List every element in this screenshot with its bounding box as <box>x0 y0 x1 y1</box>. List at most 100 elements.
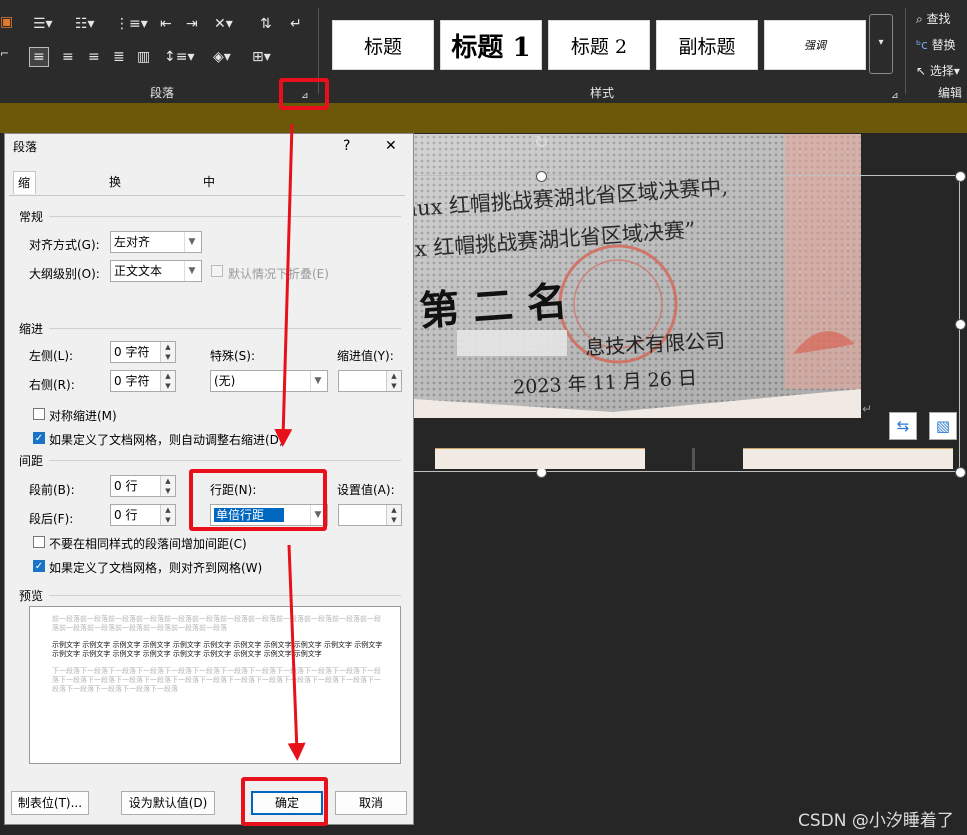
preview-box: 前一段落前一段落前一段落前一段落前一段落前一段落前一段落前一段落前一段落前一段落… <box>29 606 401 764</box>
justify-icon[interactable]: ≣ <box>113 49 125 65</box>
find-button[interactable]: ⌕ 查找 <box>916 10 951 27</box>
show-marks-icon[interactable]: ↵ <box>290 16 302 32</box>
line-spacing-label: 行距(N): <box>210 483 257 497</box>
image-thumbnail[interactable] <box>435 448 645 469</box>
spin-down-icon[interactable]: ▼ <box>160 486 175 496</box>
chevron-down-icon: ▼ <box>310 505 325 525</box>
space-after-stepper[interactable]: 0 行 ▲ ▼ <box>110 504 176 526</box>
thumbnail-divider <box>692 448 695 470</box>
cancel-button[interactable]: 取消 <box>335 791 407 815</box>
preview-section-label: 预览 <box>19 589 44 603</box>
right-indent-value: 0 字符 <box>114 374 150 388</box>
paragraph-launcher-icon[interactable]: ⊿ <box>301 88 309 104</box>
special-label: 特殊(S): <box>210 349 256 363</box>
set-default-button[interactable]: 设为默认值(D) <box>121 791 215 815</box>
special-select[interactable]: (无) ▼ <box>210 370 328 392</box>
bullets-icon[interactable]: ☰▾ <box>33 16 53 32</box>
format-painter-icon[interactable]: ⌐ <box>0 46 9 62</box>
tab-indents-spacing[interactable]: 缩进和间距(I) <box>13 171 36 300</box>
indent-by-stepper[interactable]: ▲ ▼ <box>338 370 402 392</box>
chevron-down-icon: ▼ <box>184 261 199 281</box>
align-center-icon[interactable]: ≡ <box>62 49 74 65</box>
resize-handle[interactable] <box>536 171 547 182</box>
sort-icon[interactable]: ⇅ <box>260 16 272 32</box>
decrease-indent-icon[interactable]: ⇤ <box>160 16 172 32</box>
help-icon[interactable]: ? <box>343 138 350 154</box>
left-indent-stepper[interactable]: 0 字符 ▲ ▼ <box>110 341 176 363</box>
snap-to-grid-checkbox[interactable]: ✓ <box>33 560 45 572</box>
collapse-checkbox[interactable] <box>211 265 223 277</box>
no-space-same-style-checkbox[interactable] <box>33 536 45 548</box>
tabs-button[interactable]: 制表位(T)... <box>11 791 89 815</box>
at-stepper[interactable]: ▲ ▼ <box>338 504 402 526</box>
outline-level-label: 大纲级别(O): <box>29 267 100 281</box>
search-icon: ⌕ <box>916 12 927 26</box>
align-right-icon[interactable]: ≡ <box>88 49 100 65</box>
spin-down-icon[interactable]: ▼ <box>160 515 175 525</box>
ok-button[interactable]: 确定 <box>251 791 323 815</box>
section-divider <box>49 328 401 329</box>
numbering-icon[interactable]: ☷▾ <box>75 16 95 32</box>
outline-level-select[interactable]: 正文文本 ▼ <box>110 260 202 282</box>
resize-handle[interactable] <box>955 171 966 182</box>
general-section-label: 常规 <box>19 210 44 224</box>
auto-adjust-checkbox[interactable]: ✓ <box>33 432 45 444</box>
paste-icon[interactable]: ▣ <box>0 14 13 30</box>
rotate-handle-icon[interactable]: ↻ <box>531 133 551 153</box>
wrap-text-icon[interactable]: ⇆ <box>889 412 917 440</box>
spin-down-icon[interactable]: ▼ <box>386 515 401 525</box>
replace-icon: ᵇc <box>916 38 932 52</box>
chevron-down-icon: ▼ <box>310 371 325 391</box>
borders-icon[interactable]: ⊞▾ <box>252 49 271 65</box>
paragraph-group-label: 段落 <box>149 86 174 100</box>
collapse-label: 默认情况下折叠(E) <box>228 267 329 281</box>
replace-button[interactable]: ᵇc 替换 <box>916 36 956 53</box>
no-space-same-style-label: 不要在相同样式的段落间增加间距(C) <box>49 537 247 551</box>
preview-next-paragraph: 下一段落下一段落下一段落下一段落下一段落下一段落下一段落下一段落下一段落下一段落… <box>52 667 381 693</box>
resize-handle[interactable] <box>955 319 966 330</box>
styles-more-icon[interactable]: ▾ <box>869 14 893 74</box>
indent-section-label: 缩进 <box>19 322 44 336</box>
align-left-icon[interactable]: ≡ <box>29 47 49 67</box>
left-indent-value: 0 字符 <box>114 345 150 359</box>
image-thumbnail[interactable] <box>743 448 953 469</box>
space-before-value: 0 行 <box>114 479 138 493</box>
style-emphasis[interactable]: 强调 <box>764 20 866 70</box>
style-subtitle-label: 副标题 <box>678 35 736 58</box>
style-heading-2[interactable]: 标题 2 <box>548 20 650 70</box>
certificate-image[interactable]: nux 红帽挑战赛湖北省区域决赛中, ux 红帽挑战赛湖北省区域决赛” 第 二 … <box>413 134 861 418</box>
spacing-section-label: 间距 <box>19 454 44 468</box>
spin-down-icon[interactable]: ▼ <box>386 381 401 391</box>
spin-down-icon[interactable]: ▼ <box>160 381 175 391</box>
style-heading[interactable]: 标题 <box>332 20 434 70</box>
alignment-label: 对齐方式(G): <box>29 238 100 252</box>
alignment-select[interactable]: 左对齐 ▼ <box>110 231 202 253</box>
style-emphasis-label: 强调 <box>804 39 826 52</box>
certificate-rank: 第 二 名 <box>417 278 569 336</box>
styles-group-label: 样式 <box>589 86 614 100</box>
distributed-icon[interactable]: ▥ <box>137 49 150 65</box>
line-spacing-select[interactable]: 单倍行距 ▼ <box>210 504 328 526</box>
tab-asian-typography[interactable]: 中文版式(H) <box>199 171 225 277</box>
mirror-indents-label: 对称缩进(M) <box>49 409 117 423</box>
style-subtitle[interactable]: 副标题 <box>656 20 758 70</box>
shading-icon[interactable]: ◈▾ <box>213 49 231 65</box>
snap-to-grid-label: 如果定义了文档网格，则对齐到网格(W) <box>49 561 263 575</box>
selection-border-top <box>413 175 960 176</box>
style-heading-1[interactable]: 标题 1 <box>440 20 542 70</box>
spin-down-icon[interactable]: ▼ <box>160 352 175 362</box>
space-before-stepper[interactable]: 0 行 ▲ ▼ <box>110 475 176 497</box>
right-indent-stepper[interactable]: 0 字符 ▲ ▼ <box>110 370 176 392</box>
resize-handle[interactable] <box>955 467 966 478</box>
close-icon[interactable]: ✕ <box>385 138 397 154</box>
multilevel-list-icon[interactable]: ⋮≡▾ <box>115 16 148 32</box>
select-button[interactable]: ↖ 选择▾ <box>916 62 960 79</box>
styles-launcher-icon[interactable]: ⊿ <box>891 88 899 104</box>
alt-text-icon[interactable]: ▧ <box>929 412 957 440</box>
chinese-layout-icon[interactable]: ✕▾ <box>214 16 233 32</box>
increase-indent-icon[interactable]: ⇥ <box>186 16 198 32</box>
mirror-indents-checkbox[interactable] <box>33 408 45 420</box>
line-spacing-icon[interactable]: ↕≡▾ <box>164 49 195 65</box>
left-indent-label: 左侧(L): <box>29 349 74 363</box>
tab-line-page-breaks[interactable]: 换行和分页(P) <box>105 171 130 299</box>
